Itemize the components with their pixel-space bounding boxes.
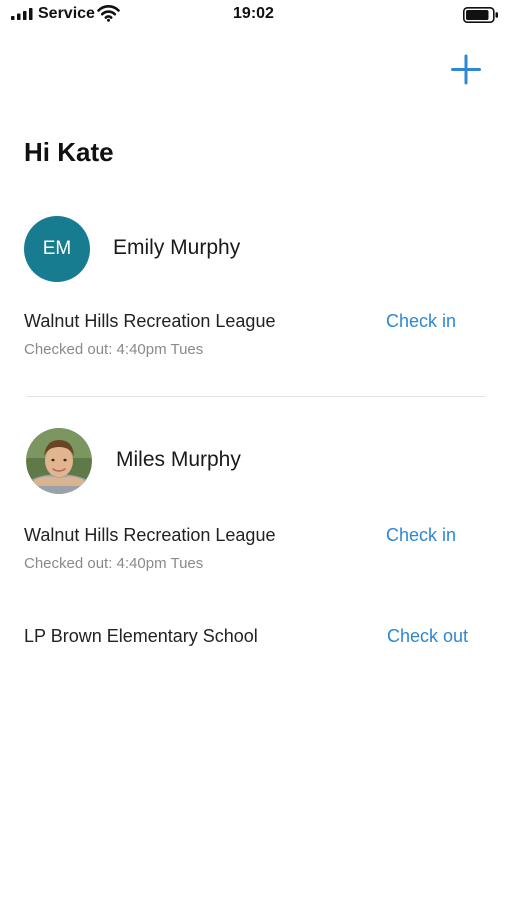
activity-status: Checked out: 4:40pm Tues: [24, 555, 204, 572]
status-time: 19:02: [233, 5, 274, 22]
greeting-title: Hi Kate: [24, 137, 114, 167]
avatar: EM: [24, 216, 90, 282]
avatar-initials: EM: [42, 238, 72, 259]
child-name: Miles Murphy: [116, 448, 241, 471]
check-in-button[interactable]: Check in: [386, 525, 456, 546]
activity-org-name: Walnut Hills Recreation League: [24, 525, 276, 545]
check-in-button[interactable]: Check in: [386, 311, 456, 332]
activity-org-name: LP Brown Elementary School: [24, 626, 258, 646]
add-child-button[interactable]: [446, 50, 486, 90]
avatar: [26, 428, 92, 494]
check-out-button[interactable]: Check out: [387, 626, 468, 647]
activity-status: Checked out: 4:40pm Tues: [24, 341, 204, 358]
battery-icon: [463, 7, 498, 23]
status-bar: Service 19:02: [0, 0, 507, 30]
divider: [26, 396, 486, 397]
activity-org-name: Walnut Hills Recreation League: [24, 311, 276, 331]
plus-icon: [451, 54, 481, 85]
child-name: Emily Murphy: [113, 236, 241, 259]
